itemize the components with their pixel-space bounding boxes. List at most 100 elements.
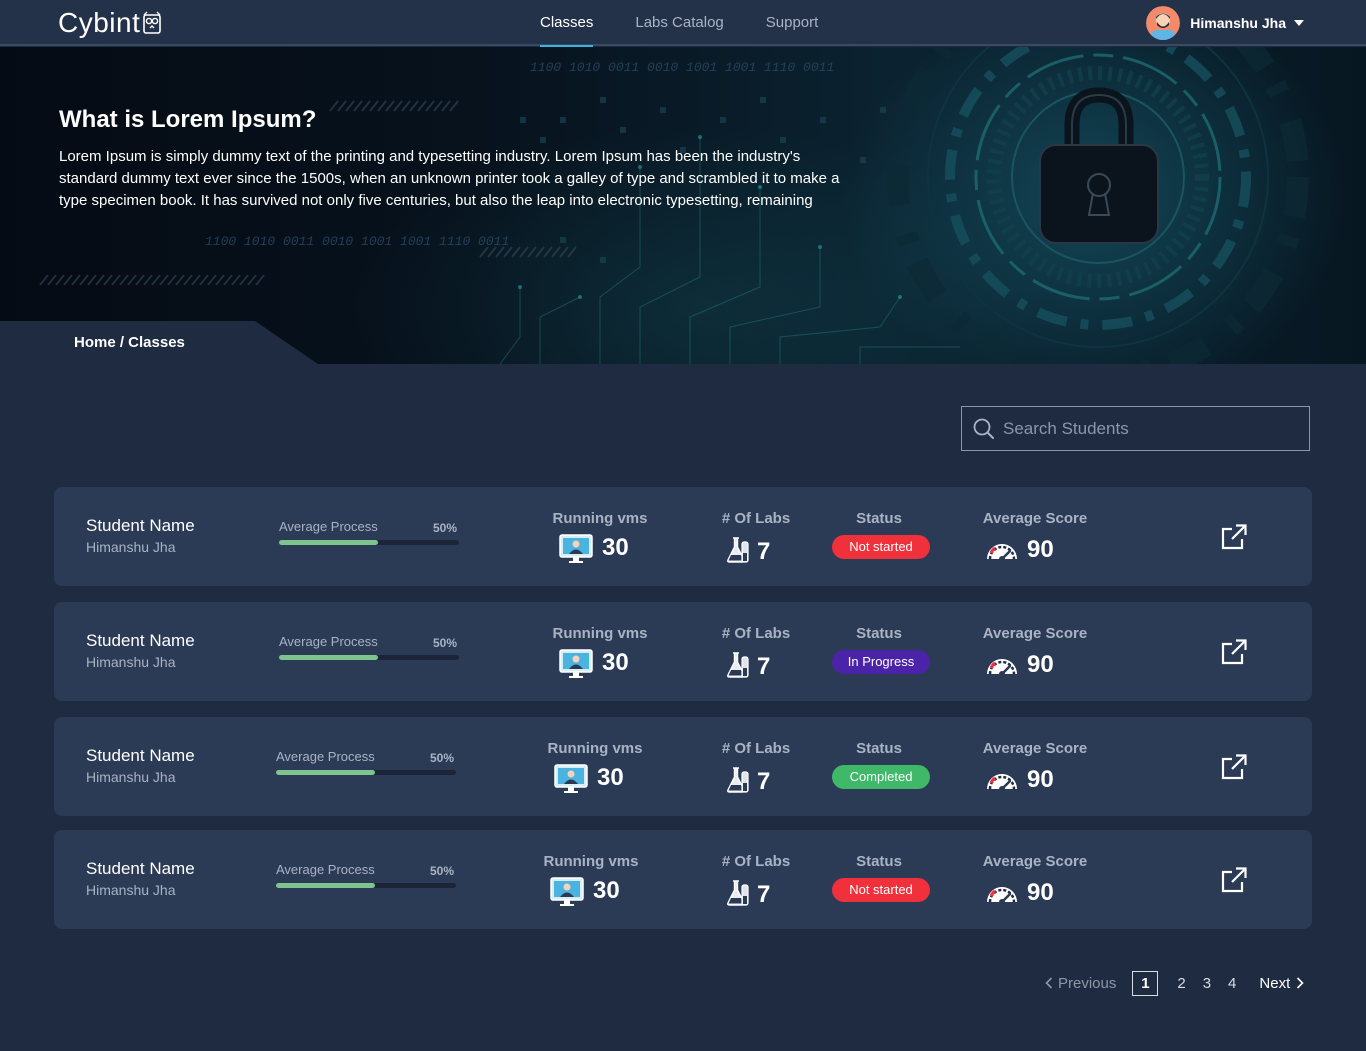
score-gauge-icon — [985, 768, 1019, 797]
virtual-machine-icon — [550, 877, 584, 912]
previous-label: Previous — [1058, 974, 1117, 992]
progress-label: Average Process — [276, 749, 375, 764]
open-student-external-link-icon[interactable] — [1220, 638, 1248, 671]
status-badge: Not started — [832, 535, 930, 559]
labs-count: 7 — [757, 538, 771, 565]
lock-icon — [1039, 87, 1159, 244]
user-menu[interactable]: Himanshu Jha — [1146, 6, 1304, 40]
page-4-button[interactable]: 4 — [1228, 975, 1236, 992]
nav-labs-catalog[interactable]: Labs Catalog — [635, 0, 723, 46]
running-vms-count: 30 — [593, 877, 620, 904]
student-name-label: Student Name — [86, 631, 195, 650]
avatar — [1146, 6, 1181, 40]
status-label: Status — [856, 510, 902, 527]
page-3-button[interactable]: 3 — [1203, 975, 1211, 992]
next-label: Next — [1259, 974, 1291, 992]
average-score-value: 90 — [1027, 766, 1054, 793]
user-avatar-icon — [1146, 6, 1181, 40]
next-button[interactable]: Next — [1259, 975, 1304, 992]
progress-bar-fill — [279, 540, 378, 545]
owl-logo-icon — [143, 11, 162, 34]
student-name-label: Student Name — [86, 516, 195, 535]
student-card: Student Name Himanshu Jha Average Process 5… — [54, 487, 1312, 586]
progress-label: Average Process — [279, 634, 378, 649]
nav-classes[interactable]: Classes — [540, 0, 594, 48]
running-vms-label: Running vms — [552, 510, 648, 527]
progress-bar — [276, 883, 456, 888]
lab-flask-icon — [726, 766, 750, 799]
top-navbar: Cybint Classes Labs Catalog Support Hima… — [0, 0, 1366, 48]
average-score-label: Average Score — [982, 740, 1088, 757]
running-vms-label: Running vms — [543, 853, 639, 870]
virtual-machine-icon — [559, 649, 593, 684]
progress-bar-fill — [279, 655, 378, 660]
breadcrumb: Home / Classes — [0, 321, 320, 364]
hero-description: Lorem Ipsum is simply dummy text of the … — [59, 148, 840, 209]
pagination: Previous 1 2 3 4 Next — [1045, 970, 1304, 996]
open-student-external-link-icon[interactable] — [1220, 523, 1248, 556]
average-score-label: Average Score — [982, 625, 1088, 642]
progress-bar — [279, 655, 459, 660]
binary-text-top: 1100 1010 0011 0010 1001 1001 1110 0011 — [530, 60, 834, 75]
labs-count-label: # Of Labs — [721, 853, 791, 870]
binary-text-bottom: 1100 1010 0011 0010 1001 1001 1110 0011 — [205, 234, 509, 249]
running-vms-count: 30 — [597, 764, 624, 791]
chevron-down-icon — [1294, 20, 1304, 26]
hero-title: What is Lorem Ipsum? — [59, 106, 317, 133]
progress-bar-fill — [276, 770, 375, 775]
running-vms-count: 30 — [602, 534, 629, 561]
progress-percent: 50% — [433, 521, 458, 535]
progress-label: Average Process — [279, 519, 378, 534]
labs-count: 7 — [757, 768, 771, 795]
student-card: Student Name Himanshu Jha Average Process 5… — [54, 830, 1312, 929]
main-nav: Classes Labs Catalog Support — [540, 0, 860, 48]
open-student-external-link-icon[interactable] — [1220, 866, 1248, 899]
student-name-label: Student Name — [86, 859, 195, 878]
student-name-value: Himanshu Jha — [86, 654, 176, 670]
page-2-button[interactable]: 2 — [1177, 975, 1185, 992]
progress-percent: 50% — [430, 751, 455, 765]
student-name-label: Student Name — [86, 746, 195, 765]
progress-bar-fill — [276, 883, 375, 888]
virtual-machine-icon — [554, 764, 588, 799]
breadcrumb-text[interactable]: Home / Classes — [74, 334, 185, 351]
status-badge: Not started — [832, 878, 930, 902]
progress-percent: 50% — [433, 636, 458, 650]
progress-bar — [279, 540, 459, 545]
search-students[interactable] — [961, 406, 1310, 451]
lab-flask-icon — [726, 879, 750, 912]
score-gauge-icon — [985, 538, 1019, 567]
labs-count-label: # Of Labs — [721, 510, 791, 527]
nav-support[interactable]: Support — [766, 0, 819, 46]
search-input[interactable] — [1003, 418, 1303, 439]
average-score-value: 90 — [1027, 536, 1054, 563]
student-name-value: Himanshu Jha — [86, 882, 176, 898]
open-student-external-link-icon[interactable] — [1220, 753, 1248, 786]
average-score-label: Average Score — [982, 510, 1088, 527]
student-card: Student Name Himanshu Jha Average Process 5… — [54, 602, 1312, 701]
status-label: Status — [856, 625, 902, 642]
score-gauge-icon — [985, 653, 1019, 682]
virtual-machine-icon — [559, 534, 593, 569]
chevron-left-icon — [1045, 977, 1053, 989]
running-vms-label: Running vms — [552, 625, 648, 642]
labs-count: 7 — [757, 653, 771, 680]
labs-count: 7 — [757, 881, 771, 908]
lab-flask-icon — [726, 651, 750, 684]
logo-text: Cybint — [58, 7, 141, 38]
search-icon — [973, 418, 994, 439]
average-score-value: 90 — [1027, 651, 1054, 678]
user-name: Himanshu Jha — [1190, 15, 1286, 31]
chevron-right-icon — [1297, 977, 1304, 989]
running-vms-label: Running vms — [547, 740, 643, 757]
progress-percent: 50% — [430, 864, 455, 878]
cybint-logo[interactable]: Cybint — [58, 7, 162, 39]
status-badge: In Progress — [832, 650, 930, 674]
previous-button[interactable]: Previous — [1045, 975, 1116, 992]
page-1-button[interactable]: 1 — [1132, 970, 1159, 996]
labs-count-label: # Of Labs — [721, 625, 791, 642]
average-score-value: 90 — [1027, 879, 1054, 906]
progress-bar — [276, 770, 456, 775]
student-card: Student Name Himanshu Jha Average Process 5… — [54, 717, 1312, 816]
running-vms-count: 30 — [602, 649, 629, 676]
